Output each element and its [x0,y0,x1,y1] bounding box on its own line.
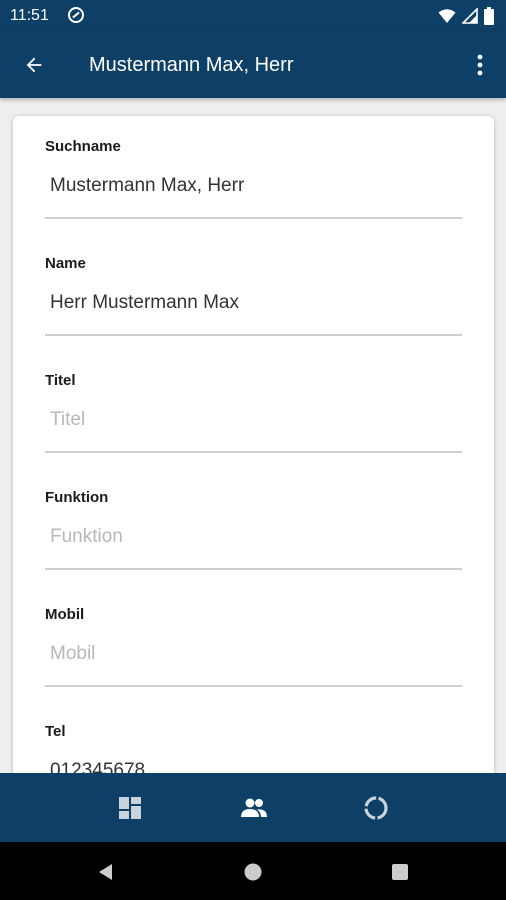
funktion-field: Funktion [45,467,462,584]
suchname-field: Suchname [45,116,462,233]
system-recents-button[interactable] [388,860,412,884]
battery-icon [484,7,494,25]
nav-item-progress[interactable] [362,795,390,821]
mobil-field: Mobil [45,584,462,701]
titel-field: Titel [45,350,462,467]
titel-underline [45,451,462,453]
suchname-underline [45,217,462,219]
content-area[interactable]: Suchname Name Titel Funktion Mobil Tel [0,98,506,773]
cellular-signal-icon [462,8,478,24]
triangle-back-icon [99,864,112,880]
overflow-menu-button[interactable] [468,49,492,81]
app-bar: Mustermann Max, Herr [0,32,506,98]
system-navigation-bar [0,842,506,900]
tel-input[interactable] [45,753,462,773]
status-icons [438,6,494,26]
system-home-button[interactable] [241,860,265,884]
suchname-label: Suchname [45,138,121,155]
wifi-icon [438,9,456,23]
tel-field: Tel [45,701,462,773]
status-time: 11:51 [10,7,49,24]
contact-form-card: Suchname Name Titel Funktion Mobil Tel [13,116,494,773]
nav-item-dashboard[interactable] [116,795,144,821]
funktion-label: Funktion [45,489,109,506]
funktion-input[interactable] [45,519,462,555]
titel-label: Titel [45,372,76,389]
status-bar: 11:51 [0,0,506,32]
suchname-input[interactable] [45,168,462,204]
back-button[interactable] [18,49,50,81]
mobil-underline [45,685,462,687]
dashboard-icon [119,797,141,819]
mobil-input[interactable] [45,636,462,672]
nav-item-contacts[interactable] [240,795,268,821]
sync-icon [68,7,84,23]
circle-home-icon [244,863,262,881]
system-back-button[interactable] [94,860,118,884]
name-underline [45,334,462,336]
name-input[interactable] [45,285,462,321]
progress-ring-icon [364,796,388,820]
mobil-label: Mobil [45,606,85,623]
tel-label: Tel [45,723,66,740]
contacts-icon [241,798,267,817]
page-title: Mustermann Max, Herr [89,54,294,76]
funktion-underline [45,568,462,570]
bottom-navigation [0,773,506,842]
more-vert-icon [477,54,483,76]
name-label: Name [45,255,86,272]
square-recents-icon [392,864,408,880]
arrow-back-icon [26,57,42,73]
name-field: Name [45,233,462,350]
titel-input[interactable] [45,402,462,438]
